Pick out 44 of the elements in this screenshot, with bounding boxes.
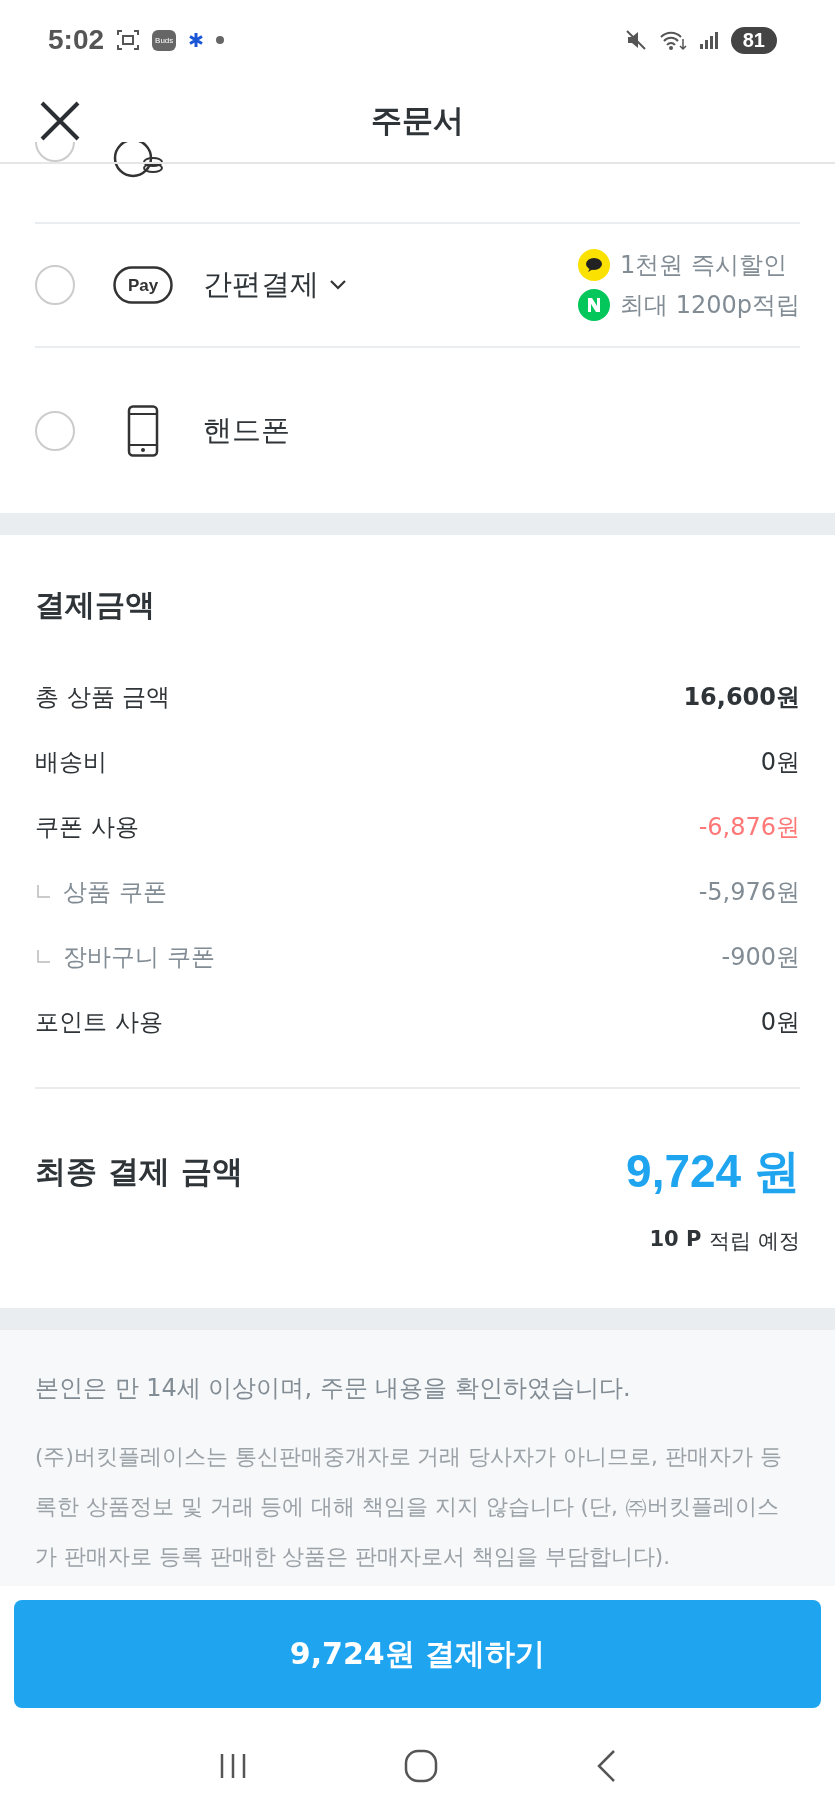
battery-indicator: 81	[730, 26, 777, 54]
radio-button[interactable]	[35, 410, 75, 451]
amount-label: 쿠폰 사용	[35, 811, 139, 843]
final-amount: 9,724 원	[626, 1144, 800, 1199]
amount-label: 포인트 사용	[35, 1006, 163, 1038]
points-label: 적립 예정	[709, 1228, 800, 1255]
amount-value: 16,600원	[683, 681, 800, 713]
amount-label: 장바구니 쿠폰	[63, 941, 215, 973]
clock: 5:02	[48, 24, 105, 56]
radio-button[interactable]	[35, 265, 75, 305]
screenshot-icon	[116, 29, 141, 51]
disclaimer-text: (주)버킷플레이스는 통신판매중개자로 거래 당사자가 아니므로, 판매자가 등록한 상품정보 및 거래 등에 대해 책임을 지지 않습니다 (단, ㈜버킷플레이스가 판매자로 등록 판매한 상품은 판매자로서 책임을 부담합니다).	[35, 1443, 783, 1571]
amount-value: 0원	[760, 1006, 800, 1038]
n-logo-icon	[578, 289, 611, 321]
home-icon[interactable]	[402, 1747, 439, 1784]
pay-icon: Pay	[113, 266, 173, 304]
buds-badge: Buds	[152, 29, 177, 51]
close-button[interactable]	[38, 99, 82, 143]
asterisk-icon	[188, 32, 205, 48]
page-title: 주문서	[371, 101, 464, 140]
amount-value: -6,876원	[698, 811, 800, 843]
final-amount-label: 최종 결제 금액	[35, 1152, 243, 1191]
amount-label: 총 상품 금액	[35, 681, 171, 713]
indent-icon	[37, 949, 51, 964]
mute-icon	[624, 29, 647, 51]
benefit-text: 최대 1200p적립	[620, 290, 800, 321]
indent-icon	[37, 884, 51, 899]
signal-icon	[698, 30, 719, 50]
payment-method-label[interactable]: 핸드폰	[203, 410, 290, 451]
benefit-text: 1천원 즉시할인	[620, 250, 787, 281]
amount-value: -5,976원	[698, 876, 800, 908]
amount-value: -900원	[721, 941, 800, 973]
dot-icon	[216, 36, 225, 44]
coin-icon	[113, 142, 165, 178]
amount-label: 배송비	[35, 746, 107, 778]
agreement-text: 본인은 만 14세 이상이며, 주문 내용을 확인하였습니다.	[35, 1373, 632, 1404]
chat-bubble-icon	[578, 249, 611, 281]
amount-label: 상품 쿠폰	[63, 876, 167, 908]
points-value: 10 P	[649, 1227, 702, 1253]
amount-value: 0원	[760, 746, 800, 778]
chevron-down-icon[interactable]	[329, 279, 347, 291]
section-title: 결제금액	[35, 586, 156, 624]
payment-method-label[interactable]: 간편결제	[203, 265, 319, 305]
wifi-icon	[658, 29, 687, 51]
